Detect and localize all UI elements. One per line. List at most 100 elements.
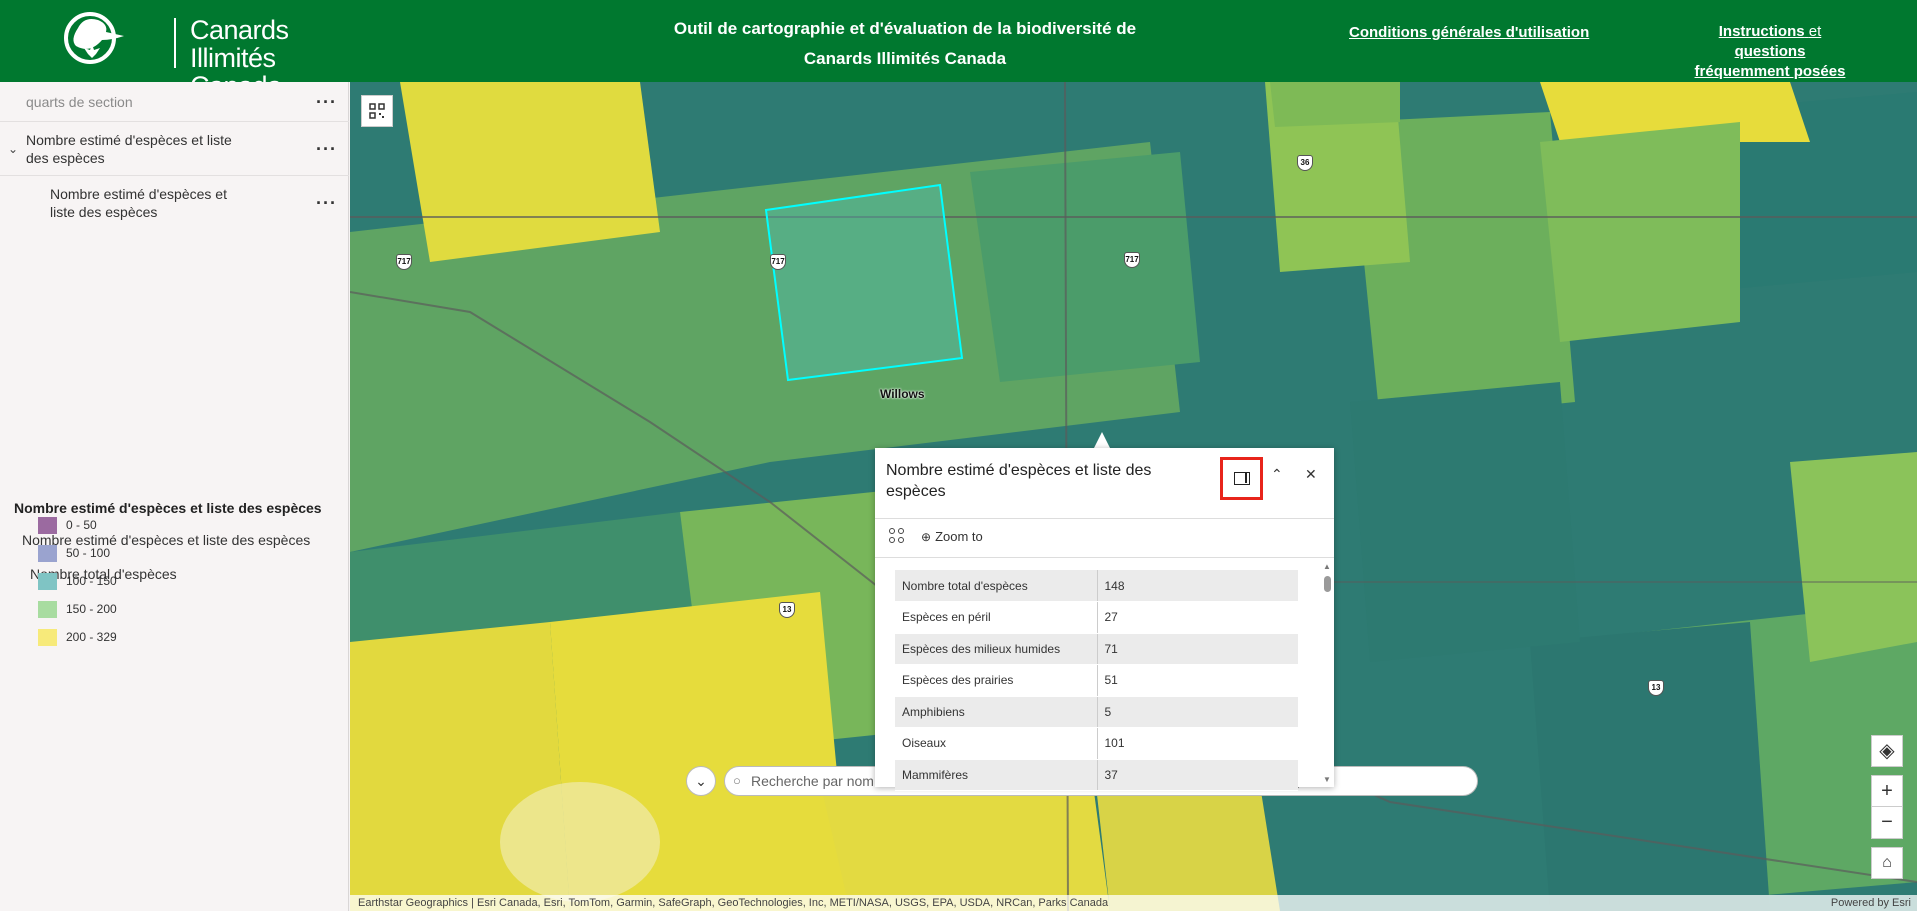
lake <box>500 782 660 902</box>
town-label: Willows <box>880 387 925 401</box>
table-row: Mammifères 37 <box>895 759 1298 791</box>
legend-label: 200 - 329 <box>66 630 117 644</box>
scroll-down-icon[interactable]: ▼ <box>1323 775 1331 784</box>
dock-popup-button[interactable] <box>1220 457 1263 500</box>
species-cell-green <box>970 152 1200 382</box>
table-row: Amphibiens 5 <box>895 696 1298 728</box>
conditions-link[interactable]: Conditions générales d'utilisation <box>1349 24 1589 41</box>
attribute-value: 27 <box>1097 601 1298 634</box>
popup-pointer <box>1094 432 1110 448</box>
compass-icon: ◈ <box>1879 740 1895 762</box>
highway-shield: 717 <box>1124 252 1140 268</box>
page-title-line-1: Outil de cartographie et d'évaluation de… <box>673 19 1137 38</box>
zoom-controls: + − <box>1871 775 1903 839</box>
scroll-thumb[interactable] <box>1324 576 1331 592</box>
attribute-table: Nombre total d'espèces 148 Espèces en pér… <box>895 570 1298 791</box>
more-options-icon[interactable]: ··· <box>316 93 337 111</box>
table-row: Espèces des prairies 51 <box>895 664 1298 697</box>
legend-swatch <box>38 573 57 590</box>
more-options-icon[interactable]: ··· <box>316 140 337 158</box>
zoom-to-label: Zoom to <box>935 529 983 544</box>
logo[interactable]: Canards Illimités Canada <box>62 10 362 100</box>
table-row: Espèces en péril 27 <box>895 601 1298 634</box>
feature-menu-icon[interactable] <box>889 528 905 544</box>
table-row: Nombre total d'espèces 148 <box>895 570 1298 602</box>
chevron-down-icon[interactable]: ⌄ <box>8 142 18 156</box>
zoom-out-button[interactable]: − <box>1872 807 1902 838</box>
legend-swatch <box>38 545 57 562</box>
more-options-icon[interactable]: ··· <box>316 194 337 212</box>
popup-title: Nombre estimé d'espèces et liste des esp… <box>886 462 1152 500</box>
close-button[interactable]: ✕ <box>1305 466 1317 483</box>
attribute-name: Espèces des milieux humides <box>895 633 1098 665</box>
instructions-link[interactable]: Instructions <box>1719 23 1805 40</box>
feature-popup: Nombre estimé d'espèces et liste des esp… <box>875 448 1334 791</box>
home-icon: ⌂ <box>1882 854 1892 871</box>
page-title: Outil de cartographie et d'évaluation de… <box>640 14 1170 74</box>
attribute-value: 37 <box>1097 759 1298 791</box>
selected-quarter-section-highlight[interactable] <box>764 183 964 382</box>
layer-label: quarts de section <box>26 94 133 110</box>
zoom-in-button[interactable]: + <box>1872 776 1902 807</box>
species-cell-yellow <box>400 82 660 262</box>
instructions-links: Instructions et questions fréquemment po… <box>1685 22 1855 82</box>
legend-label: 0 - 50 <box>66 518 97 532</box>
highway-shield: 36 <box>1297 155 1313 171</box>
highway-shield: 717 <box>770 254 786 270</box>
map-attribution: Earthstar Geographics | Esri Canada, Esr… <box>350 895 1917 911</box>
qr-code-button[interactable] <box>361 95 393 127</box>
page-title-line-2: Canards Illimités Canada <box>803 49 1007 68</box>
scroll-up-icon[interactable]: ▲ <box>1323 562 1331 571</box>
highway-shield: 13 <box>779 602 795 618</box>
duck-logo-icon <box>64 12 124 64</box>
table-row: Oiseaux 101 <box>895 727 1298 760</box>
layer-label: Nombre estimé d'espèces et liste des esp… <box>50 186 227 220</box>
dock-icon <box>1233 472 1250 485</box>
logo-line-1: Canards Illimités <box>190 15 289 73</box>
species-cell-teal <box>1530 622 1770 911</box>
zoom-in-icon: ⊕ <box>921 530 932 544</box>
zoom-to-button[interactable]: ⊕ Zoom to <box>921 529 983 544</box>
app-header: Canards Illimités Canada Outil de cartog… <box>0 0 1917 100</box>
legend-title: Nombre estimé d'espèces et liste des esp… <box>14 500 322 516</box>
popup-scrollbar[interactable]: ▲ ▼ <box>1322 562 1332 784</box>
layer-item-species[interactable]: Nombre estimé d'espèces et liste des esp… <box>0 176 349 230</box>
popup-action-bar: ⊕ Zoom to <box>875 518 1334 558</box>
faq-link[interactable]: questions <box>1735 43 1806 60</box>
instructions-and-text: et <box>1808 23 1822 40</box>
layer-item-species-group[interactable]: ⌄ Nombre estimé d'espèces et liste des e… <box>0 122 349 176</box>
attribute-value: 71 <box>1097 633 1298 665</box>
legend-swatch <box>38 517 57 534</box>
attribute-name: Espèces en péril <box>895 601 1098 634</box>
layer-sidebar: quarts de section ··· ⌄ Nombre estimé d'… <box>0 82 349 911</box>
collapse-button[interactable]: ⌃ <box>1271 466 1283 483</box>
table-row: Espèces des milieux humides 71 <box>895 633 1298 665</box>
species-cell-green <box>1790 452 1917 662</box>
legend-swatch <box>38 601 57 618</box>
attribute-name: Espèces des prairies <box>895 664 1098 697</box>
layer-item-quarter-sections[interactable]: quarts de section ··· <box>0 82 349 122</box>
attribute-value: 148 <box>1097 570 1298 602</box>
home-button[interactable]: ⌂ <box>1871 847 1903 879</box>
logo-divider <box>174 18 176 68</box>
legend-swatch <box>38 629 57 646</box>
species-cell-green <box>1270 82 1400 127</box>
compass-button[interactable]: ◈ <box>1871 735 1903 767</box>
species-cell-teal <box>1350 382 1580 662</box>
attribute-value: 51 <box>1097 664 1298 697</box>
highway-shield: 717 <box>396 254 412 270</box>
search-icon: ○ <box>733 773 741 788</box>
search-options-toggle[interactable]: ⌄ <box>686 766 716 796</box>
highway-shield: 13 <box>1648 680 1664 696</box>
layer-label: Nombre estimé d'espèces et liste des esp… <box>26 132 232 166</box>
attribute-name: Oiseaux <box>895 727 1098 760</box>
species-cell-green <box>1540 122 1740 342</box>
qr-code-icon <box>369 103 385 119</box>
faq-link-cont[interactable]: fréquemment posées <box>1695 63 1846 80</box>
legend-label: 50 - 100 <box>66 546 111 560</box>
powered-by-esri[interactable]: Powered by Esri <box>1831 895 1911 911</box>
attribute-value: 101 <box>1097 727 1298 760</box>
attribute-name: Mammifères <box>895 759 1098 791</box>
legend-label: 100 - 150 <box>66 574 117 588</box>
legend-label: 150 - 200 <box>66 602 117 616</box>
